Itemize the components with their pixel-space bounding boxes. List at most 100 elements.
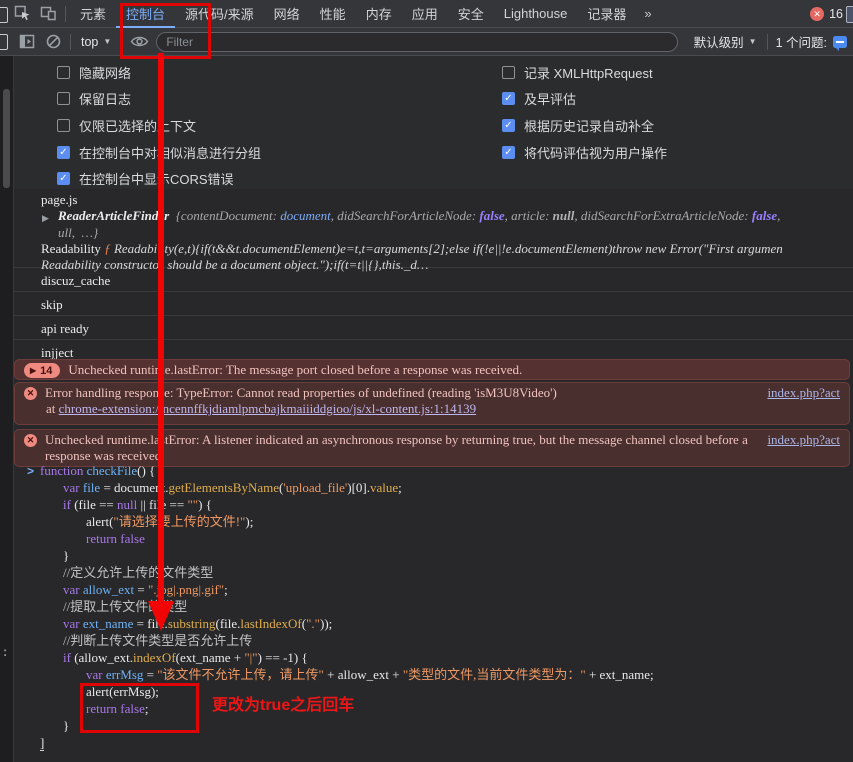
- message-separator: [13, 291, 853, 292]
- code-token: if: [63, 650, 71, 665]
- code-line[interactable]: alert(errMsg);: [13, 683, 853, 700]
- inspect-element-icon[interactable]: [9, 1, 35, 27]
- tab-recorder[interactable]: 记录器: [577, 0, 636, 28]
- setting-row-group-similar-messages: ✓在控制台中对相似消息进行分组: [57, 143, 261, 161]
- error-count: 16: [829, 7, 843, 21]
- checkbox-label: 隐藏网络: [79, 63, 131, 82]
- log-level-dropdown[interactable]: 默认级别▼: [688, 32, 763, 51]
- checkbox-evaluate-as-user-action[interactable]: ✓: [502, 146, 515, 159]
- checkbox-show-cors-errors[interactable]: ✓: [57, 172, 70, 185]
- code-token: (ext_name +: [176, 650, 245, 665]
- code-token: false: [752, 208, 777, 223]
- code-token: var: [63, 616, 80, 631]
- window-edge-strip: :: [0, 56, 14, 762]
- function-name: Readability: [41, 241, 104, 256]
- tab-network[interactable]: 网络: [264, 0, 310, 28]
- code-token: substring: [168, 616, 216, 631]
- code-token: ".jpg|.png|.gif": [148, 582, 224, 597]
- checkbox-selected-context-only[interactable]: [57, 119, 70, 132]
- tab-lighthouse[interactable]: Lighthouse: [494, 0, 578, 28]
- code-token: "类型的文件,当前文件类型为：": [403, 667, 586, 682]
- expand-error-group-badge[interactable]: ▶14: [24, 363, 60, 378]
- error-group-content: ▶14 Unchecked runtime.lastError: The mess…: [24, 362, 840, 378]
- code-line[interactable]: ]: [13, 734, 853, 751]
- setting-row-hide-network: 隐藏网络: [57, 63, 131, 81]
- code-token: getElementsByName: [169, 480, 279, 495]
- code-token: "|": [244, 650, 257, 665]
- issues-icon[interactable]: [833, 36, 847, 48]
- checkbox-hide-network[interactable]: [57, 66, 70, 79]
- function-preview: Readability ƒ Readability(e,t){if(t&&t.d…: [41, 241, 835, 257]
- devtools-tab-bar: 元素控制台源代码/来源网络性能内存应用安全Lighthouse记录器 » ✕ 1…: [0, 0, 853, 28]
- tab-sources[interactable]: 源代码/来源: [175, 0, 264, 28]
- checkbox-group-similar-messages[interactable]: ✓: [57, 146, 70, 159]
- clear-console-icon[interactable]: [40, 29, 66, 55]
- tab-security[interactable]: 安全: [448, 0, 494, 28]
- code-line[interactable]: return false;: [13, 700, 853, 717]
- code-token: (allow_ext.: [71, 650, 133, 665]
- error-message-text: Unchecked runtime.lastError: The message…: [68, 362, 840, 378]
- stack-frame-link[interactable]: chrome-extension://ncennffkjdiamlpmcbajk…: [59, 401, 477, 416]
- divider: [121, 34, 122, 50]
- source-location-link[interactable]: index.php?act: [767, 385, 840, 401]
- error-row-content: ✕Error handling response: TypeError: Can…: [24, 385, 840, 401]
- code-token: false: [120, 701, 145, 716]
- checkbox-preserve-log[interactable]: [57, 92, 70, 105]
- context-selector[interactable]: top▼: [75, 35, 117, 49]
- checkbox-autocomplete-from-history[interactable]: ✓: [502, 119, 515, 132]
- expand-triangle-icon[interactable]: ▶: [42, 213, 49, 224]
- tab-application[interactable]: 应用: [402, 0, 448, 28]
- code-line[interactable]: }: [13, 717, 853, 734]
- eye-icon[interactable]: [126, 29, 152, 55]
- code-line[interactable]: var allow_ext = ".jpg|.png|.gif";: [13, 581, 853, 598]
- console-sidebar-icon[interactable]: [14, 29, 40, 55]
- log-message: page.js: [41, 192, 77, 208]
- checkbox-log-xmlhttprequest[interactable]: [502, 66, 515, 79]
- code-line[interactable]: }: [13, 547, 853, 564]
- code-token: (file ==: [71, 497, 117, 512]
- code-line[interactable]: function checkFile() {: [13, 462, 853, 479]
- console-messages: page.js▶ReaderArticleFinder {contentDocu…: [13, 189, 853, 762]
- code-line[interactable]: var file = document.getElementsByName('u…: [13, 479, 853, 496]
- setting-row-eager-evaluation: ✓ 及早评估: [502, 89, 576, 107]
- message-separator: [13, 315, 853, 316]
- code-line[interactable]: alert("请选择要上传的文件!");: [13, 513, 853, 530]
- code-token: false: [120, 531, 145, 546]
- setting-row-log-xmlhttprequest: 记录 XMLHttpRequest: [502, 63, 653, 81]
- code-token: value: [370, 480, 398, 495]
- checkbox-label: 及早评估: [524, 89, 576, 108]
- error-count-badge[interactable]: ✕ 16: [810, 7, 843, 21]
- code-line[interactable]: if (allow_ext.indexOf(ext_name + "|") ==…: [13, 649, 853, 666]
- log-message: api ready: [41, 321, 89, 337]
- code-token: var: [63, 480, 80, 495]
- tab-memory[interactable]: 内存: [356, 0, 402, 28]
- code-line[interactable]: //定义允许上传的文件类型: [13, 564, 853, 581]
- code-line[interactable]: var errMsg = "该文件不允许上传，请上传" + allow_ext …: [13, 666, 853, 683]
- tab-console[interactable]: 控制台: [116, 0, 175, 28]
- code-line[interactable]: //提取上传文件的类型: [13, 598, 853, 615]
- filter-input[interactable]: [156, 32, 677, 52]
- code-token: = file.: [133, 616, 167, 631]
- code-line[interactable]: var ext_name = file.substring(file.lastI…: [13, 615, 853, 632]
- source-location-link[interactable]: index.php?act: [767, 432, 840, 448]
- code-line[interactable]: if (file == null || file == "") {: [13, 496, 853, 513]
- code-token: return: [86, 531, 117, 546]
- function-source: Readability(e,t){if(t&&t.documentElement…: [111, 241, 783, 256]
- scrollbar-thumb[interactable]: [3, 89, 10, 188]
- code-line[interactable]: //判断上传文件类型是否允许上传: [13, 632, 853, 649]
- clipped-edge-icon: [846, 6, 853, 23]
- tab-elements[interactable]: 元素: [70, 0, 116, 28]
- device-toolbar-icon[interactable]: [35, 1, 61, 27]
- more-tabs-button[interactable]: »: [636, 6, 659, 21]
- issues-count-label[interactable]: 1 个问题:: [776, 32, 827, 51]
- code-token: alert(: [86, 514, 113, 529]
- checkbox-eager-evaluation[interactable]: ✓: [502, 92, 515, 105]
- checkbox-label: 在控制台中显示CORS错误: [79, 169, 234, 188]
- code-token: lastIndexOf: [240, 616, 301, 631]
- code-line[interactable]: return false: [13, 530, 853, 547]
- code-token: =: [134, 582, 148, 597]
- tab-performance[interactable]: 性能: [310, 0, 356, 28]
- code-token: }: [63, 548, 69, 563]
- setting-row-autocomplete-from-history: ✓根据历史记录自动补全: [502, 116, 654, 134]
- message-separator: [13, 339, 853, 340]
